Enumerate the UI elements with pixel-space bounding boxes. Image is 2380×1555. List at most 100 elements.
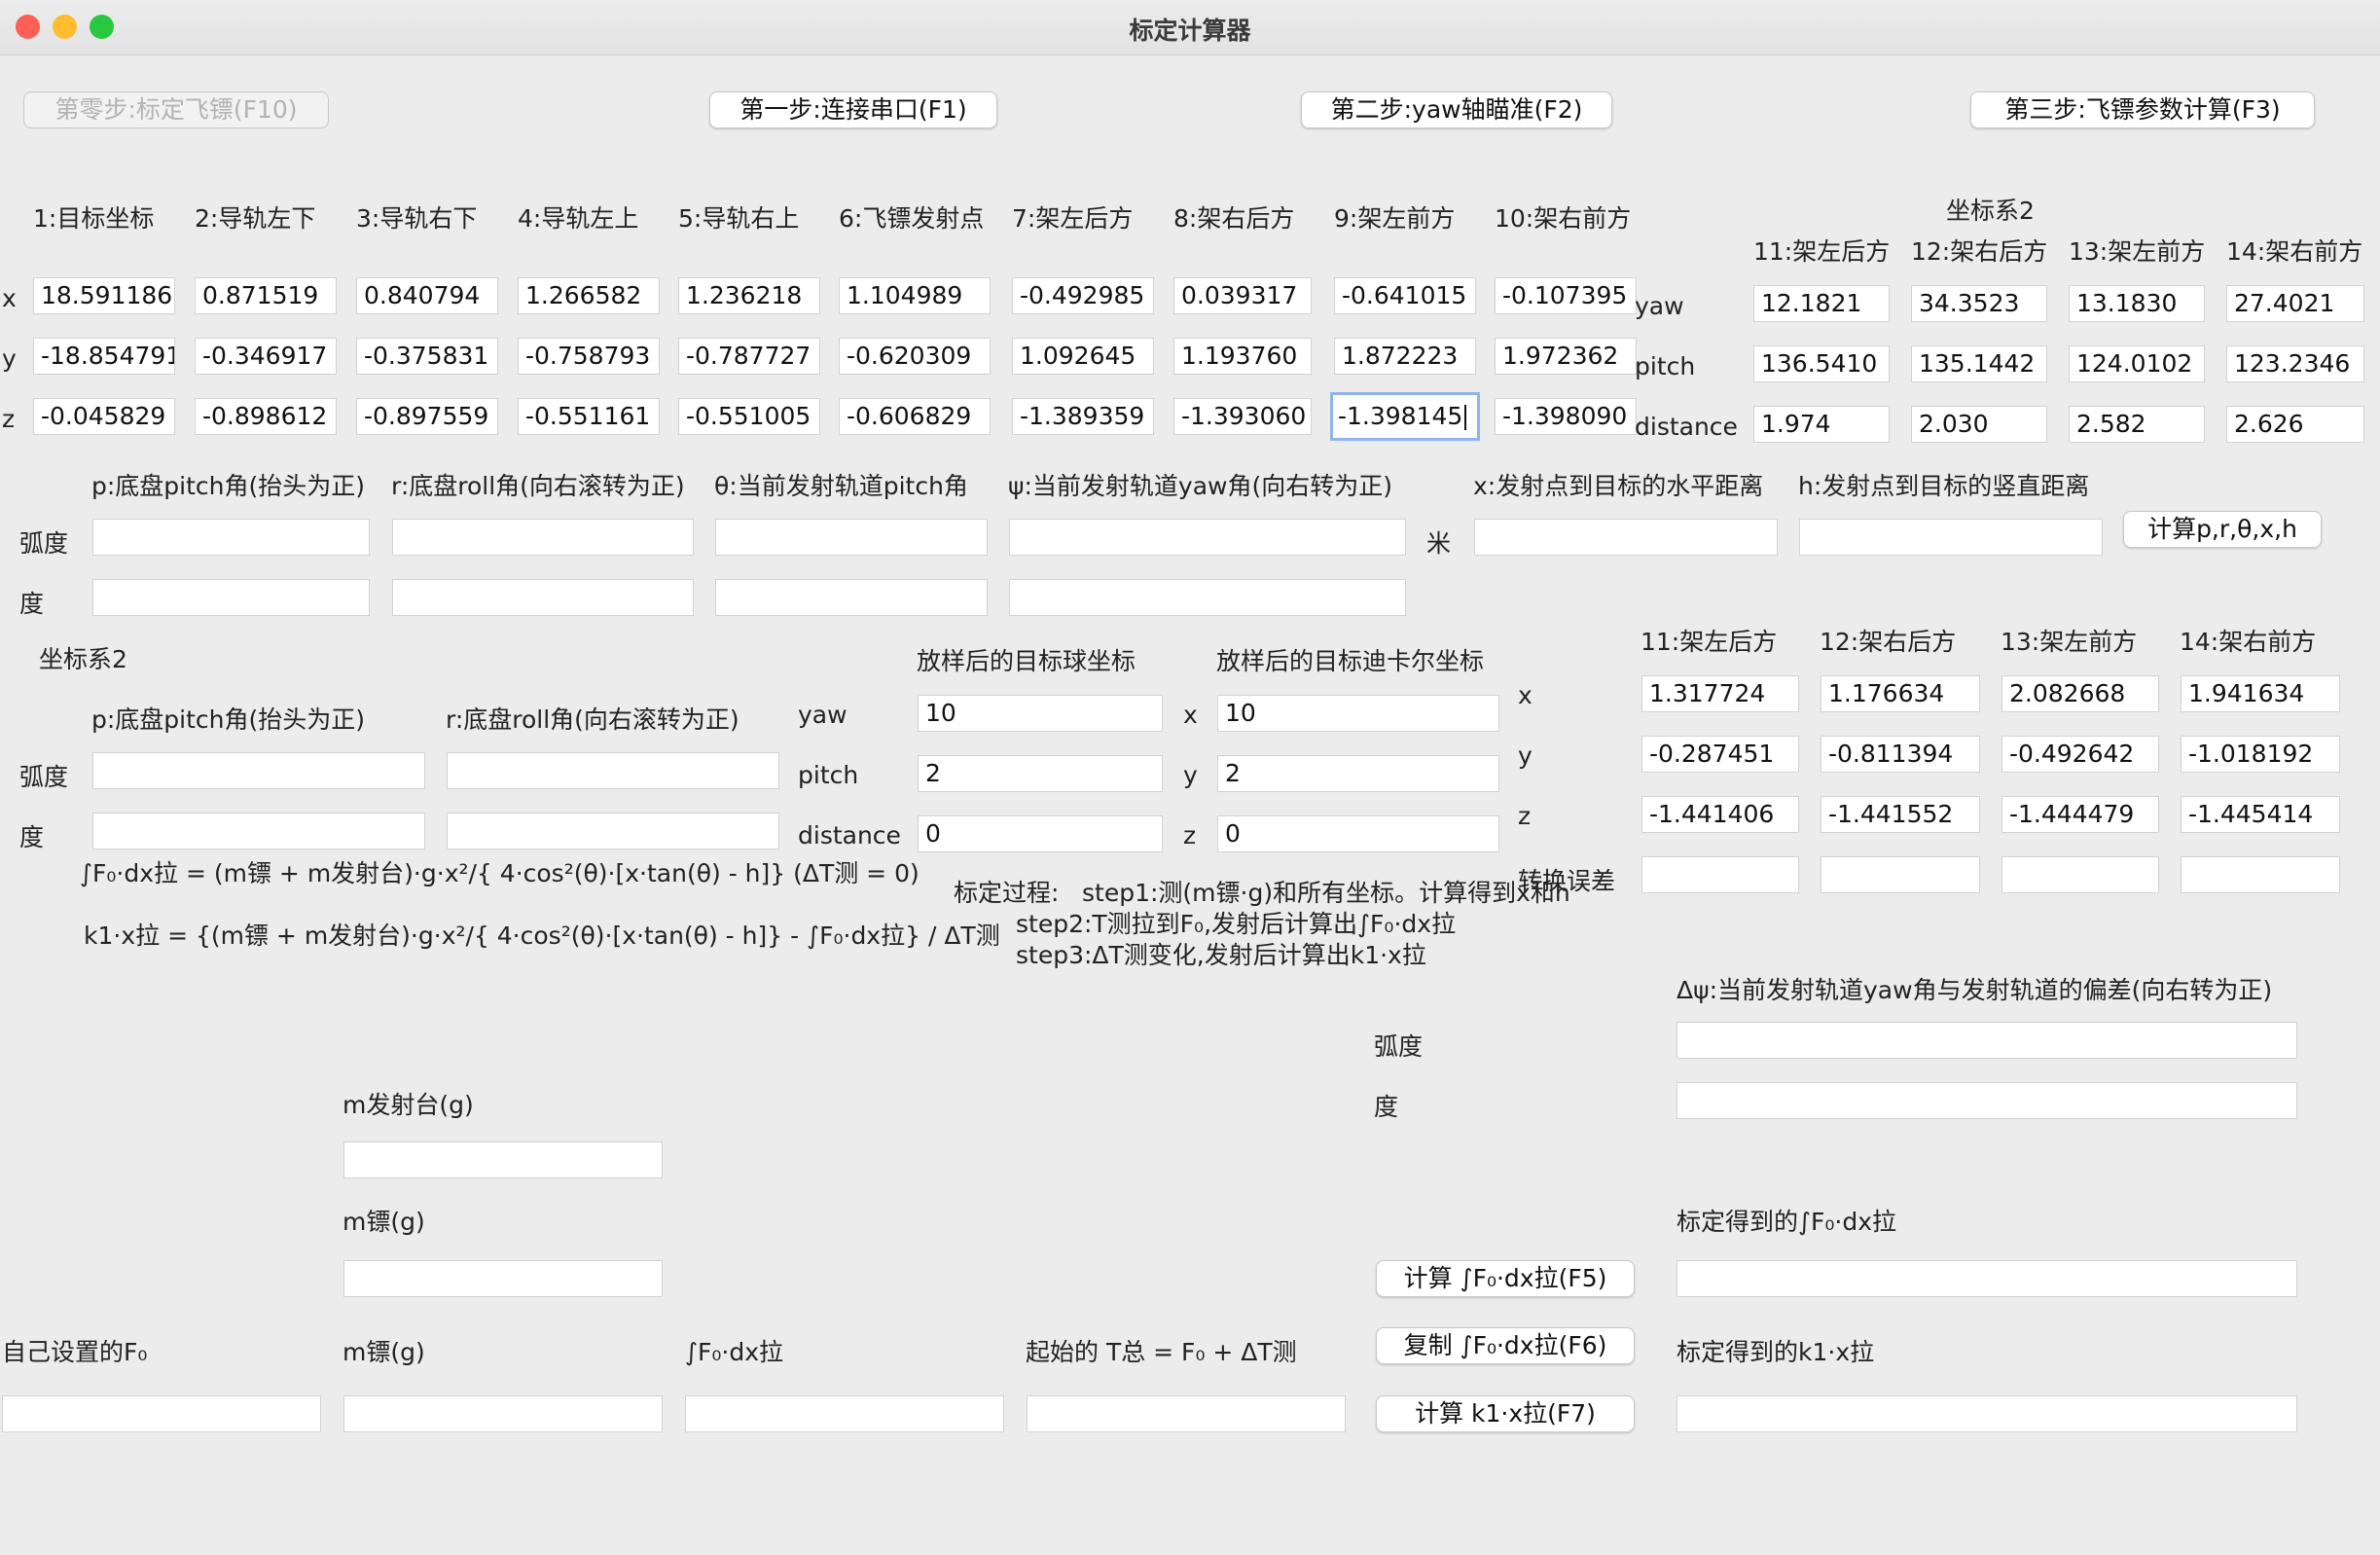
- coord-input[interactable]: -0.551005: [678, 398, 820, 435]
- p-radian-input[interactable]: [92, 519, 370, 556]
- coord-input[interactable]: -0.898612: [195, 398, 337, 435]
- coord-input[interactable]: -0.641015: [1334, 277, 1476, 314]
- p-degree-input[interactable]: [92, 579, 370, 616]
- lofted-distance-input[interactable]: 0: [918, 815, 1163, 852]
- step3-param-calc-button[interactable]: 第三步:飞镖参数计算(F3): [1970, 91, 2315, 128]
- lofted-label-x: x: [1183, 701, 1198, 729]
- psi-degree-input[interactable]: [1009, 579, 1406, 616]
- theta-degree-input[interactable]: [715, 579, 988, 616]
- coord-input[interactable]: -0.375831: [356, 338, 498, 375]
- m-dart-input[interactable]: [343, 1260, 663, 1297]
- coord-input[interactable]: -0.492985: [1012, 277, 1154, 314]
- cal-k1-input[interactable]: [1677, 1395, 2297, 1432]
- coord-input[interactable]: 0.871519: [195, 277, 337, 314]
- coord-input[interactable]: -1.393060: [1173, 398, 1312, 435]
- error-input[interactable]: [1641, 856, 1799, 893]
- delta-psi-radian-input[interactable]: [1677, 1022, 2297, 1059]
- theta-radian-input[interactable]: [715, 519, 988, 556]
- copy-f6-button[interactable]: 复制 ∫F₀·dx拉(F6): [1376, 1327, 1635, 1364]
- m-platform-input[interactable]: [343, 1141, 663, 1178]
- coord-input-focused[interactable]: -1.398145: [1330, 392, 1480, 441]
- frame-input[interactable]: -0.811394: [1821, 736, 1980, 773]
- bottom-f0-integral-input[interactable]: [685, 1395, 1004, 1432]
- coord2-input[interactable]: 2.030: [1911, 406, 2047, 443]
- coord-input[interactable]: 1.092645: [1012, 338, 1154, 375]
- coord-input[interactable]: 0.039317: [1173, 277, 1312, 314]
- coord-input[interactable]: 18.591186: [33, 277, 175, 314]
- step2-yaw-aim-button[interactable]: 第二步:yaw轴瞄准(F2): [1301, 91, 1612, 128]
- text-caret: [1464, 405, 1467, 430]
- lofted-yaw-input[interactable]: 10: [918, 695, 1163, 732]
- calc-f7-button[interactable]: 计算 k1·x拉(F7): [1376, 1395, 1635, 1432]
- frame-input[interactable]: 1.317724: [1641, 675, 1799, 712]
- coord-input[interactable]: -0.346917: [195, 338, 337, 375]
- coord2-input[interactable]: 12.1821: [1753, 285, 1890, 322]
- coord2-input[interactable]: 123.2346: [2226, 345, 2364, 382]
- coord2-input[interactable]: 2.626: [2226, 406, 2364, 443]
- frame-input[interactable]: -0.287451: [1641, 736, 1799, 773]
- error-input[interactable]: [2181, 856, 2340, 893]
- coord-input[interactable]: 1.236218: [678, 277, 820, 314]
- coord2-input[interactable]: 27.4021: [2226, 285, 2364, 322]
- custom-f0-input[interactable]: [2, 1395, 321, 1432]
- frame-input[interactable]: -1.444479: [2001, 796, 2159, 833]
- frame-input[interactable]: -1.441552: [1821, 796, 1980, 833]
- lofted-z-input[interactable]: 0: [1217, 815, 1499, 852]
- step1-connect-serial-button[interactable]: 第一步:连接串口(F1): [709, 91, 997, 128]
- x-distance-input[interactable]: [1474, 519, 1778, 556]
- coord2-input[interactable]: 124.0102: [2069, 345, 2205, 382]
- coord2-input[interactable]: 34.3523: [1911, 285, 2047, 322]
- error-input[interactable]: [1821, 856, 1980, 893]
- calc-f5-button[interactable]: 计算 ∫F₀·dx拉(F5): [1376, 1260, 1635, 1297]
- lofted-x-input[interactable]: 10: [1217, 695, 1499, 732]
- coord-input[interactable]: -0.606829: [839, 398, 991, 435]
- start-t-total-input[interactable]: [1027, 1395, 1346, 1432]
- bottom-m-dart-input[interactable]: [343, 1395, 663, 1432]
- r-radian-input[interactable]: [392, 519, 694, 556]
- sys2-p-degree-input[interactable]: [92, 813, 425, 850]
- sys2-r-degree-input[interactable]: [447, 813, 779, 850]
- lofted-pitch-input[interactable]: 2: [918, 755, 1163, 792]
- lofted-y-input[interactable]: 2: [1217, 755, 1499, 792]
- error-input[interactable]: [2001, 856, 2159, 893]
- coord2-input[interactable]: 1.974: [1753, 406, 1890, 443]
- coord-input[interactable]: 0.840794: [356, 277, 498, 314]
- coord-input[interactable]: -1.389359: [1012, 398, 1154, 435]
- frame-input[interactable]: -1.445414: [2181, 796, 2340, 833]
- coord2-input[interactable]: 13.1830: [2069, 285, 2205, 322]
- coord-input[interactable]: -0.758793: [518, 338, 660, 375]
- frame-input[interactable]: -1.018192: [2181, 736, 2340, 773]
- h-distance-input[interactable]: [1799, 519, 2103, 556]
- sys2-p-radian-input[interactable]: [92, 752, 425, 789]
- frame-input[interactable]: 2.082668: [2001, 675, 2159, 712]
- coord-input[interactable]: -0.045829: [33, 398, 175, 435]
- coord-input[interactable]: -0.787727: [678, 338, 820, 375]
- coord-input[interactable]: 1.193760: [1173, 338, 1312, 375]
- psi-radian-input[interactable]: [1009, 519, 1406, 556]
- step0-calibrate-button[interactable]: 第零步:标定飞镖(F10): [23, 91, 329, 128]
- frame-input[interactable]: -0.492642: [2001, 736, 2159, 773]
- coord-input[interactable]: 1.972362: [1495, 338, 1637, 375]
- coord2-input[interactable]: 2.582: [2069, 406, 2205, 443]
- calc-prtxh-button[interactable]: 计算p,r,θ,x,h: [2123, 511, 2322, 548]
- coord-input[interactable]: -18.854791: [33, 338, 175, 375]
- cal-f0-input[interactable]: [1677, 1260, 2297, 1297]
- sys2-r-radian-input[interactable]: [447, 752, 779, 789]
- frame-input[interactable]: 1.941634: [2181, 675, 2340, 712]
- coord-input[interactable]: -1.398090: [1495, 398, 1637, 435]
- coord-input[interactable]: -0.107395: [1495, 277, 1637, 314]
- coord-input[interactable]: 1.266582: [518, 277, 660, 314]
- coord-input[interactable]: -0.897559: [356, 398, 498, 435]
- frame-input[interactable]: 1.176634: [1821, 675, 1980, 712]
- delta-psi-degree-input[interactable]: [1677, 1082, 2297, 1119]
- coord-input[interactable]: -0.551161: [518, 398, 660, 435]
- lofted-label-distance: distance: [798, 821, 901, 850]
- formula-f0-integral: ∫F₀·dx拉 = (m镖 + m发射台)·g·x²/{ 4·cos²(θ)·[…: [80, 859, 920, 887]
- r-degree-input[interactable]: [392, 579, 694, 616]
- coord-input[interactable]: 1.872223: [1334, 338, 1476, 375]
- coord2-input[interactable]: 135.1442: [1911, 345, 2047, 382]
- coord-input[interactable]: -0.620309: [839, 338, 991, 375]
- coord-input[interactable]: 1.104989: [839, 277, 991, 314]
- frame-input[interactable]: -1.441406: [1641, 796, 1799, 833]
- coord2-input[interactable]: 136.5410: [1753, 345, 1890, 382]
